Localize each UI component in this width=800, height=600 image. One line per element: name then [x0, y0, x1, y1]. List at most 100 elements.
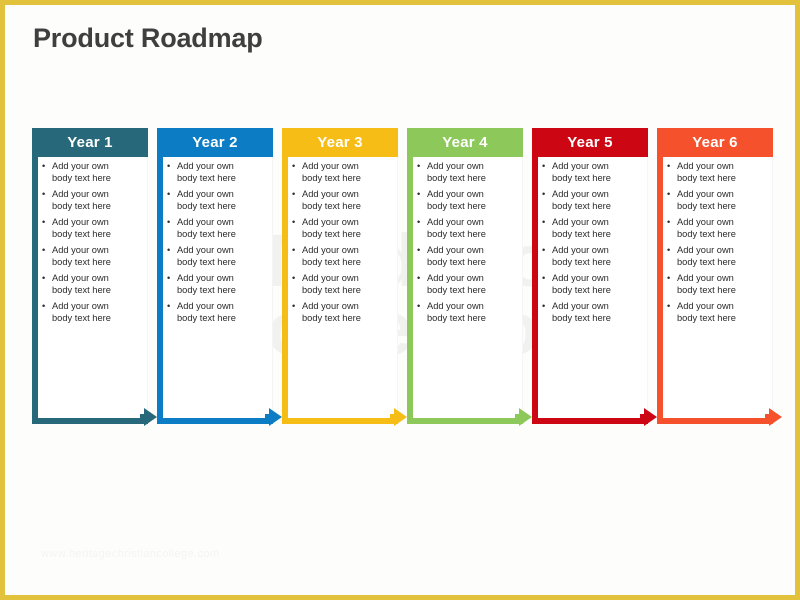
- roadmap-bullet-item[interactable]: • Add your own body text here: [41, 301, 153, 324]
- roadmap-column-3[interactable]: Year 3 • Add your own body text here • Add yo…: [282, 123, 407, 433]
- roadmap-bullet-item[interactable]: • Add your own body text here: [666, 217, 778, 240]
- roadmap-bullet-item[interactable]: • Add your own body text here: [291, 161, 403, 184]
- roadmap-bullet-item[interactable]: • Add your own body text here: [166, 301, 278, 324]
- roadmap-bullet-item[interactable]: • Add your own body text here: [41, 245, 153, 268]
- roadmap-column-1[interactable]: Year 1 • Add your own body text here • Add yo…: [32, 123, 157, 433]
- roadmap-column-header[interactable]: Year 3: [282, 128, 398, 157]
- roadmap-column-header[interactable]: Year 4: [407, 128, 523, 157]
- roadmap-column-header[interactable]: Year 6: [657, 128, 773, 157]
- roadmap-bullet-item[interactable]: • Add your own body text here: [416, 217, 528, 240]
- roadmap-bullet-line1: Add your own: [677, 273, 734, 283]
- roadmap-bullet-item[interactable]: • Add your own body text here: [166, 217, 278, 240]
- roadmap-bullet-item[interactable]: • Add your own body text here: [41, 161, 153, 184]
- bullet-dot-icon: •: [542, 189, 546, 199]
- roadmap-column-bullet-list: • Add your own body text here • Add your own…: [291, 161, 403, 329]
- roadmap-bullet-line1: Add your own: [552, 273, 609, 283]
- bullet-dot-icon: •: [167, 273, 171, 283]
- roadmap-bullet-item[interactable]: • Add your own body text here: [416, 245, 528, 268]
- bullet-dot-icon: •: [292, 273, 296, 283]
- roadmap-bullet-item[interactable]: • Add your own body text here: [541, 245, 653, 268]
- bullet-dot-icon: •: [167, 217, 171, 227]
- roadmap-arrow-right-icon: [394, 408, 407, 426]
- roadmap-column-6[interactable]: Year 6 • Add your own body text here • Add yo…: [657, 123, 782, 433]
- roadmap-bullet-line2: body text here: [52, 172, 111, 183]
- roadmap-bullet-item[interactable]: • Add your own body text here: [41, 189, 153, 212]
- roadmap-column-2[interactable]: Year 2 • Add your own body text here • Add yo…: [157, 123, 282, 433]
- roadmap-bullet-line2: body text here: [427, 228, 486, 239]
- roadmap-column-header[interactable]: Year 2: [157, 128, 273, 157]
- roadmap-bullet-line1: Add your own: [52, 273, 109, 283]
- roadmap-bullet-line1: Add your own: [677, 161, 734, 171]
- roadmap-bullet-line1: Add your own: [302, 245, 359, 255]
- roadmap-bullet-line2: body text here: [427, 200, 486, 211]
- bullet-dot-icon: •: [167, 301, 171, 311]
- roadmap-bullet-item[interactable]: • Add your own body text here: [291, 217, 403, 240]
- roadmap-bullet-line2: body text here: [177, 312, 236, 323]
- roadmap-bullet-item[interactable]: • Add your own body text here: [541, 217, 653, 240]
- roadmap-bullet-line1: Add your own: [427, 301, 484, 311]
- roadmap-bullet-line1: Add your own: [427, 273, 484, 283]
- roadmap-bullet-line1: Add your own: [302, 301, 359, 311]
- bullet-dot-icon: •: [542, 273, 546, 283]
- roadmap-bullet-item[interactable]: • Add your own body text here: [541, 273, 653, 296]
- roadmap-column-header[interactable]: Year 5: [532, 128, 648, 157]
- roadmap-bullet-item[interactable]: • Add your own body text here: [291, 273, 403, 296]
- bullet-dot-icon: •: [542, 217, 546, 227]
- roadmap-arrow-right-icon: [644, 408, 657, 426]
- roadmap-bullet-item[interactable]: • Add your own body text here: [41, 273, 153, 296]
- roadmap-bullet-item[interactable]: • Add your own body text here: [291, 189, 403, 212]
- roadmap-bullet-item[interactable]: • Add your own body text here: [666, 245, 778, 268]
- roadmap-bullet-line1: Add your own: [677, 245, 734, 255]
- roadmap-bullet-line2: body text here: [302, 284, 361, 295]
- roadmap-bullet-line1: Add your own: [427, 161, 484, 171]
- bullet-dot-icon: •: [417, 217, 421, 227]
- roadmap-bullet-line2: body text here: [302, 256, 361, 267]
- roadmap-bullet-item[interactable]: • Add your own body text here: [416, 161, 528, 184]
- roadmap-column-header[interactable]: Year 1: [32, 128, 148, 157]
- roadmap-bullet-item[interactable]: • Add your own body text here: [291, 245, 403, 268]
- roadmap-bullet-item[interactable]: • Add your own body text here: [166, 161, 278, 184]
- roadmap-bullet-item[interactable]: • Add your own body text here: [416, 189, 528, 212]
- bullet-dot-icon: •: [42, 161, 46, 171]
- roadmap-bullet-item[interactable]: • Add your own body text here: [416, 273, 528, 296]
- roadmap-bullet-line1: Add your own: [302, 217, 359, 227]
- roadmap-bullet-line2: body text here: [177, 256, 236, 267]
- roadmap-bullet-line2: body text here: [302, 200, 361, 211]
- bullet-dot-icon: •: [417, 245, 421, 255]
- roadmap-bullet-item[interactable]: • Add your own body text here: [541, 161, 653, 184]
- bullet-dot-icon: •: [42, 273, 46, 283]
- roadmap-bullet-item[interactable]: • Add your own body text here: [291, 301, 403, 324]
- roadmap-column-5[interactable]: Year 5 • Add your own body text here • Add yo…: [532, 123, 657, 433]
- roadmap-arrow-right-icon: [269, 408, 282, 426]
- roadmap-bullet-item[interactable]: • Add your own body text here: [541, 189, 653, 212]
- roadmap-bullet-item[interactable]: • Add your own body text here: [666, 161, 778, 184]
- roadmap-bullet-line1: Add your own: [177, 273, 234, 283]
- roadmap-bullet-item[interactable]: • Add your own body text here: [41, 217, 153, 240]
- roadmap-bullet-item[interactable]: • Add your own body text here: [666, 273, 778, 296]
- roadmap-bullet-line2: body text here: [52, 228, 111, 239]
- roadmap-column-bullet-list: • Add your own body text here • Add your own…: [41, 161, 153, 329]
- roadmap-bullet-line1: Add your own: [52, 161, 109, 171]
- roadmap-bullet-item[interactable]: • Add your own body text here: [166, 273, 278, 296]
- roadmap-bullet-line2: body text here: [552, 284, 611, 295]
- roadmap-bullet-line2: body text here: [552, 228, 611, 239]
- roadmap-bullet-item[interactable]: • Add your own body text here: [166, 189, 278, 212]
- bullet-dot-icon: •: [167, 161, 171, 171]
- roadmap-column-bullet-list: • Add your own body text here • Add your own…: [541, 161, 653, 329]
- roadmap-bullet-item[interactable]: • Add your own body text here: [416, 301, 528, 324]
- roadmap-bullet-item[interactable]: • Add your own body text here: [541, 301, 653, 324]
- bullet-dot-icon: •: [667, 301, 671, 311]
- bullet-dot-icon: •: [292, 189, 296, 199]
- roadmap-bullet-line1: Add your own: [552, 161, 609, 171]
- roadmap-bullet-item[interactable]: • Add your own body text here: [666, 301, 778, 324]
- roadmap-bullet-line2: body text here: [552, 256, 611, 267]
- roadmap-bullet-item[interactable]: • Add your own body text here: [166, 245, 278, 268]
- bullet-dot-icon: •: [292, 161, 296, 171]
- roadmap-bullet-line2: body text here: [677, 172, 736, 183]
- bullet-dot-icon: •: [417, 301, 421, 311]
- roadmap-bullet-line2: body text here: [677, 228, 736, 239]
- roadmap-column-4[interactable]: Year 4 • Add your own body text here • Add yo…: [407, 123, 532, 433]
- bullet-dot-icon: •: [667, 217, 671, 227]
- roadmap-bullet-item[interactable]: • Add your own body text here: [666, 189, 778, 212]
- roadmap-bullet-line1: Add your own: [52, 217, 109, 227]
